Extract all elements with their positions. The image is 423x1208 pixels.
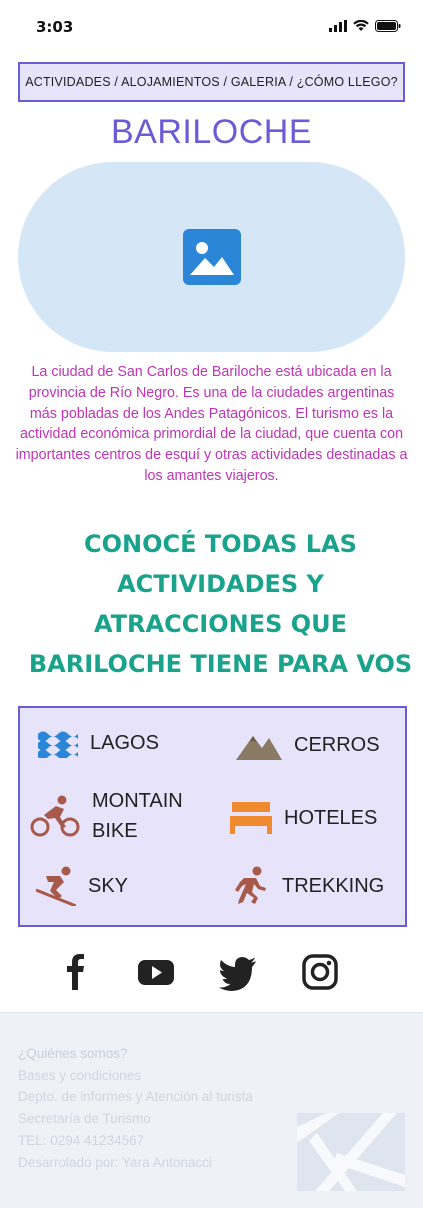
bed-icon	[230, 802, 272, 834]
battery-icon	[375, 20, 401, 32]
mountain-icon	[236, 736, 282, 760]
top-nav[interactable]: ACTIVIDADES / ALOJAMIENTOS / GALERIA / ¿…	[18, 62, 405, 102]
instagram-link[interactable]	[300, 950, 340, 994]
activity-label: BIKE	[92, 820, 138, 842]
activity-label: LAGOS	[90, 732, 159, 754]
signal-icon	[329, 20, 347, 32]
wifi-icon	[353, 20, 369, 31]
city-description: La ciudad de San Carlos de Bariloche est…	[15, 364, 408, 484]
activity-label: HOTELES	[284, 807, 378, 829]
footer: ¿Quiénes somos? Bases y condiciones Dept…	[0, 1012, 423, 1208]
facebook-icon	[67, 954, 84, 990]
instagram-icon	[302, 954, 338, 990]
hero-image	[18, 162, 405, 352]
biker-icon	[30, 795, 80, 837]
youtube-link[interactable]	[136, 950, 176, 994]
status-bar: 3:03	[0, 0, 423, 56]
footer-link-tourism-office[interactable]: Secretaría de Turismo	[18, 1108, 253, 1130]
activity-label: TREKKING	[282, 875, 385, 897]
activity-lagos[interactable]: LAGOS	[38, 728, 159, 758]
activity-label: MONTAIN	[92, 790, 183, 812]
footer-links: ¿Quiénes somos? Bases y condiciones Dept…	[18, 1043, 253, 1173]
activities-heading-line: ATRACCIONES QUE	[93, 610, 348, 638]
footer-link-terms[interactable]: Bases y condiciones	[18, 1065, 253, 1087]
activities-grid: LAGOS CERROS MONTAIN BIKE HOTELES SKY TR…	[18, 706, 407, 927]
activity-label: CERROS	[294, 734, 380, 756]
footer-link-about[interactable]: ¿Quiénes somos?	[18, 1043, 253, 1065]
activities-heading-line: BARILOCHE TIENE PARA VOS	[28, 650, 413, 678]
footer-link-tourist-info[interactable]: Depto. de informes y Atención al turista	[18, 1086, 253, 1108]
activity-cerros[interactable]: CERROS	[236, 730, 380, 760]
image-icon	[182, 229, 241, 285]
twitter-icon	[219, 957, 256, 991]
page-title: BARILOCHE	[111, 113, 312, 151]
map-icon[interactable]	[297, 1113, 405, 1191]
facebook-link[interactable]	[56, 950, 96, 994]
youtube-icon	[138, 960, 174, 985]
water-waves-icon	[38, 731, 78, 758]
activities-heading-line: ACTIVIDADES Y	[117, 570, 324, 598]
twitter-link[interactable]	[218, 950, 258, 994]
status-icons	[329, 20, 401, 32]
activity-label: SKY	[88, 875, 129, 897]
social-links	[0, 950, 423, 994]
activity-hoteles[interactable]: HOTELES	[230, 802, 377, 834]
footer-credits: Desarrolado por: Yara Antonacci	[18, 1154, 212, 1170]
activity-montain-bike[interactable]: MONTAIN BIKE	[30, 786, 183, 846]
activity-sky[interactable]: SKY	[36, 866, 128, 906]
activities-heading-line: CONOCÉ TODAS LAS	[84, 530, 357, 558]
status-time: 3:03	[36, 18, 74, 36]
skier-icon	[36, 866, 76, 906]
runner-icon	[235, 866, 266, 904]
nav-links[interactable]: ACTIVIDADES / ALOJAMIENTOS / GALERIA / ¿…	[25, 75, 398, 89]
activities-heading: CONOCÉ TODAS LAS ACTIVIDADES Y ATRACCION…	[18, 524, 423, 684]
footer-phone: TEL: 0294 41234567	[18, 1132, 145, 1148]
activity-trekking[interactable]: TREKKING	[230, 866, 384, 906]
